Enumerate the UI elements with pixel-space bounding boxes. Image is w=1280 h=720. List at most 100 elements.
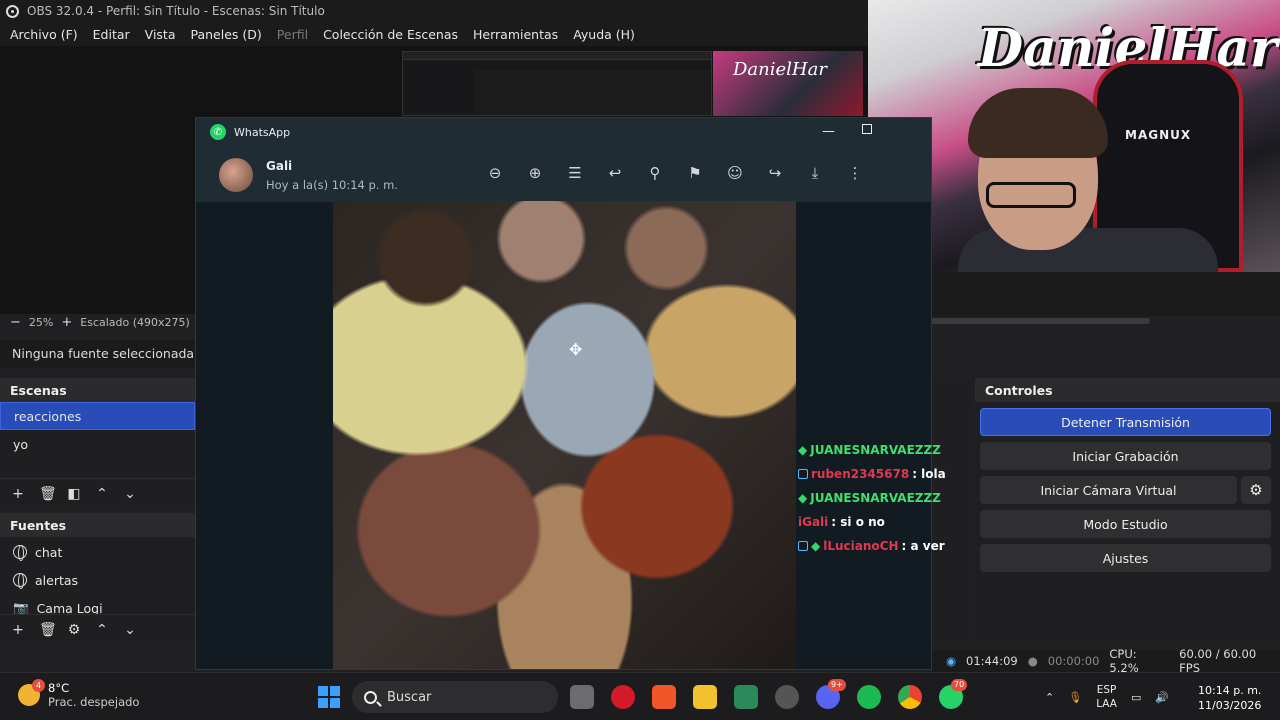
live-time: 01:44:09 bbox=[966, 654, 1018, 668]
chat-user: iGali bbox=[798, 515, 829, 529]
source-item[interactable]: chat bbox=[0, 538, 195, 566]
whatsapp-taskbar-icon[interactable]: 70 bbox=[939, 679, 968, 709]
move-down-icon[interactable]: ⌄ bbox=[123, 622, 137, 638]
minimize-icon[interactable]: — bbox=[822, 124, 835, 139]
taskbar-clock[interactable]: 10:14 p. m. 11/03/2026 bbox=[1198, 683, 1261, 713]
settings-button[interactable]: Ajustes bbox=[980, 544, 1271, 572]
rec-icon: ● bbox=[1027, 654, 1038, 668]
avatar[interactable] bbox=[219, 158, 253, 192]
stop-stream-button[interactable]: Detener Transmisión bbox=[980, 408, 1271, 436]
move-up-icon[interactable]: ⌃ bbox=[95, 486, 109, 502]
obs-taskbar-icon[interactable] bbox=[775, 685, 799, 709]
brave-icon[interactable] bbox=[652, 685, 676, 709]
remove-source-icon[interactable]: 🗑 bbox=[39, 622, 57, 638]
source-label: alertas bbox=[35, 572, 79, 588]
virtual-camera-settings-icon[interactable]: ⚙ bbox=[1241, 476, 1271, 504]
windows-taskbar: 4 8°C Prac. despejado Buscar 9+ 70 ⌃ 🎙 E… bbox=[0, 672, 1280, 720]
source-properties-icon[interactable]: ⚙ bbox=[67, 622, 81, 638]
sources-dock-title: Fuentes bbox=[0, 513, 195, 537]
controls-dock-title: Controles bbox=[975, 378, 1280, 402]
scene-item-reacciones[interactable]: reacciones bbox=[0, 402, 195, 430]
menu-coleccion-escenas[interactable]: Colección de Escenas bbox=[323, 27, 458, 42]
scenes-dock-title: Escenas bbox=[0, 378, 195, 402]
app-icon[interactable] bbox=[734, 685, 758, 709]
source-item[interactable]: 📷 Cama Logi bbox=[0, 594, 195, 614]
whatsapp-badge: 70 bbox=[951, 679, 968, 691]
search-placeholder: Buscar bbox=[387, 689, 432, 705]
weather-widget[interactable]: 4 8°C Prac. despejado bbox=[18, 679, 139, 709]
add-scene-icon[interactable]: + bbox=[11, 486, 25, 502]
whatsapp-titlebar[interactable]: ✆ WhatsApp bbox=[196, 118, 931, 146]
zoom-out-button[interactable]: − bbox=[10, 315, 21, 330]
cpu-usage: CPU: 5.2% bbox=[1109, 647, 1139, 675]
live-icon: ◉ bbox=[946, 654, 957, 668]
obs-window-title: OBS 32.0.4 - Perfil: Sin Título - Escena… bbox=[27, 4, 325, 18]
prime-badge-icon bbox=[798, 469, 808, 479]
start-button-icon[interactable] bbox=[318, 686, 340, 708]
studio-mode-button[interactable]: Modo Estudio bbox=[980, 510, 1271, 538]
chrome-icon[interactable] bbox=[898, 685, 922, 709]
chat-user: JUANESNARVAEZZZ bbox=[810, 443, 941, 457]
obs-titlebar: OBS 32.0.4 - Perfil: Sin Título - Escena… bbox=[0, 0, 868, 22]
opera-icon[interactable] bbox=[611, 685, 635, 709]
pin-icon[interactable]: ⚲ bbox=[646, 164, 664, 182]
caption-icon[interactable]: ☰ bbox=[566, 164, 584, 182]
menu-ayuda[interactable]: Ayuda (H) bbox=[573, 27, 635, 42]
gem-badge-icon: ◆ bbox=[811, 539, 821, 553]
zoom-out-icon[interactable]: ⊖ bbox=[486, 164, 504, 182]
microphone-icon[interactable]: 🎙 bbox=[1068, 691, 1082, 704]
source-item[interactable]: alertas bbox=[0, 566, 195, 594]
move-cursor-icon: ✥ bbox=[569, 340, 583, 359]
preview-scrollbar[interactable] bbox=[930, 318, 1150, 324]
taskbar-search[interactable]: Buscar bbox=[352, 681, 558, 713]
message-timestamp: Hoy a la(s) 10:14 p. m. bbox=[266, 178, 398, 192]
menu-vista[interactable]: Vista bbox=[145, 27, 176, 42]
spotify-icon[interactable] bbox=[857, 685, 881, 709]
media-toolbar: ⊖ ⊕ ☰ ↩ ⚲ ⚑ ☺ ↪ ⤓ ⋮ bbox=[486, 164, 864, 182]
download-icon[interactable]: ⤓ bbox=[806, 164, 824, 182]
zoom-in-button[interactable]: + bbox=[61, 315, 72, 330]
preview-webcam-thumbnail: DanielHar bbox=[713, 51, 863, 116]
move-up-icon[interactable]: ⌃ bbox=[95, 622, 109, 638]
file-explorer-icon[interactable] bbox=[693, 685, 717, 709]
source-label: chat bbox=[35, 544, 63, 560]
menu-paneles[interactable]: Paneles (D) bbox=[191, 27, 262, 42]
rec-time: 00:00:00 bbox=[1047, 654, 1100, 668]
menu-herramientas[interactable]: Herramientas bbox=[473, 27, 558, 42]
weather-notification-badge: 4 bbox=[32, 679, 45, 692]
maximize-icon[interactable] bbox=[862, 124, 872, 134]
remove-scene-icon[interactable]: 🗑 bbox=[39, 486, 57, 502]
emoji-icon[interactable]: ☺ bbox=[726, 164, 744, 182]
filters-icon[interactable]: ◧ bbox=[67, 486, 81, 502]
chat-message: ◆ JUANESNARVAEZZZ bbox=[798, 438, 968, 462]
scale-label: Escalado (490x275) bbox=[80, 315, 190, 329]
browser-source-icon bbox=[13, 573, 27, 589]
add-source-icon[interactable]: + bbox=[11, 622, 25, 638]
language-indicator[interactable]: ESP LAA bbox=[1096, 683, 1117, 711]
network-icon[interactable]: ▭ bbox=[1131, 691, 1141, 704]
more-icon[interactable]: ⋮ bbox=[846, 164, 864, 182]
keyboard-layout: LAA bbox=[1096, 698, 1117, 710]
media-viewer-header: Gali Hoy a la(s) 10:14 p. m. ⊖ ⊕ ☰ ↩ ⚲ ⚑… bbox=[196, 146, 931, 202]
tray-overflow-icon[interactable]: ⌃ bbox=[1045, 691, 1054, 704]
chat-user: lLucianoCH bbox=[823, 539, 899, 553]
menu-perfil[interactable]: Perfil bbox=[277, 27, 308, 42]
bookmark-icon[interactable]: ⚑ bbox=[686, 164, 704, 182]
source-label: Cama Logi bbox=[36, 600, 103, 615]
zoom-in-icon[interactable]: ⊕ bbox=[526, 164, 544, 182]
food-photo[interactable]: ✥ bbox=[333, 201, 796, 669]
camera-source-icon: 📷 bbox=[13, 600, 29, 614]
menu-archivo[interactable]: Archivo (F) bbox=[10, 27, 78, 42]
zoom-value: 25% bbox=[28, 315, 54, 329]
volume-icon[interactable]: 🔊 bbox=[1155, 691, 1169, 704]
scene-item-yo[interactable]: yo bbox=[0, 430, 195, 458]
discord-icon[interactable]: 9+ bbox=[816, 679, 846, 709]
start-virtual-camera-button[interactable]: Iniciar Cámara Virtual bbox=[980, 476, 1237, 504]
forward-icon[interactable]: ↪ bbox=[766, 164, 784, 182]
reply-icon[interactable]: ↩ bbox=[606, 164, 624, 182]
task-view-icon[interactable] bbox=[570, 685, 594, 709]
menu-editar[interactable]: Editar bbox=[93, 27, 130, 42]
start-recording-button[interactable]: Iniciar Grabación bbox=[980, 442, 1271, 470]
move-down-icon[interactable]: ⌄ bbox=[123, 486, 137, 502]
preview-zoom-bar: − 25% + Escalado (490x275) bbox=[0, 314, 195, 330]
